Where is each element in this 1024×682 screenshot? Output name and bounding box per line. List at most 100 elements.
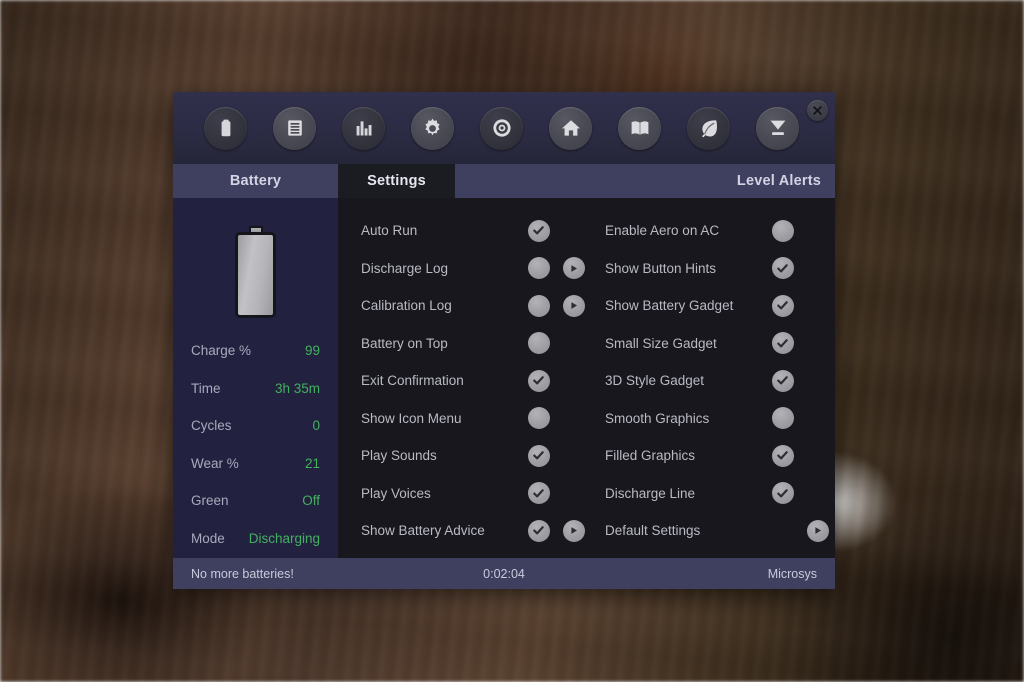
setting-label: Small Size Gadget [605, 335, 717, 351]
gear-icon[interactable] [411, 106, 454, 150]
battery-stat-value: 3h 35m [274, 380, 320, 396]
battery-icon[interactable] [204, 106, 247, 150]
setting-toggle-checked[interactable] [527, 219, 550, 242]
setting-toggle-slot [765, 444, 800, 467]
tab-settings[interactable]: Settings [338, 164, 455, 198]
setting-toggle-slot [765, 407, 800, 430]
close-icon[interactable] [807, 100, 828, 121]
setting-row: Show Icon Menu [361, 400, 591, 438]
tab-spacer [455, 164, 670, 198]
tab-battery[interactable]: Battery [173, 164, 338, 198]
setting-label: Auto Run [361, 223, 418, 239]
setting-toggle-slot [521, 294, 556, 317]
battery-stat-row: Mode Discharging [173, 520, 338, 558]
setting-toggle-unchecked[interactable] [527, 332, 550, 355]
setting-row: Small Size Gadget [605, 325, 835, 363]
settings-column-right: Enable Aero on AC Show Button Hints Show B… [591, 212, 835, 558]
setting-row: Exit Confirmation [361, 362, 591, 400]
leaf-icon[interactable] [687, 106, 730, 150]
setting-label: Discharge Log [361, 260, 449, 276]
setting-toggle-checked[interactable] [527, 369, 550, 392]
status-vendor: Microsys [767, 566, 818, 581]
setting-run-icon[interactable] [562, 294, 585, 317]
home-icon[interactable] [549, 106, 592, 150]
setting-toggle-checked[interactable] [771, 294, 794, 317]
setting-row: Discharge Log [361, 250, 591, 288]
setting-toggle-slot [765, 219, 800, 242]
setting-toggle-unchecked[interactable] [771, 219, 794, 242]
setting-row: Auto Run [361, 212, 591, 250]
target-icon[interactable] [480, 106, 523, 150]
setting-toggle-checked[interactable] [527, 519, 550, 542]
window-body: Charge % 99 Time 3h 35m Cycles 0 Wear % 21 Green… [173, 198, 835, 558]
battery-sidebar: Charge % 99 Time 3h 35m Cycles 0 Wear % 21 Green… [173, 198, 338, 558]
setting-row: 3D Style Gadget [605, 362, 835, 400]
setting-toggle-slot [521, 219, 556, 242]
battery-stat-row: Time 3h 35m [173, 370, 338, 408]
setting-run-icon[interactable] [562, 257, 585, 280]
book-icon[interactable] [618, 106, 661, 150]
settings-panel: Auto Run Discharge Log Calibration Log Batt… [338, 198, 835, 558]
battery-full-icon [173, 212, 338, 332]
setting-label: 3D Style Gadget [605, 373, 705, 389]
download-icon[interactable] [756, 106, 799, 150]
status-timer: 0:02:04 [483, 566, 525, 581]
setting-toggle-slot [521, 407, 556, 430]
setting-toggle-checked[interactable] [771, 332, 794, 355]
setting-action-slot [800, 519, 835, 542]
setting-toggle-unchecked[interactable] [527, 257, 550, 280]
setting-action-slot [556, 294, 591, 317]
setting-label: Exit Confirmation [361, 373, 464, 389]
battery-stat-value: 99 [304, 343, 320, 359]
battery-stat-label: Charge % [191, 343, 252, 359]
setting-label: Show Battery Advice [361, 523, 485, 539]
setting-toggle-checked[interactable] [527, 482, 550, 505]
setting-label: Default Settings [605, 523, 701, 539]
setting-label: Show Icon Menu [361, 410, 462, 426]
setting-row: Smooth Graphics [605, 400, 835, 438]
status-message: No more batteries! [191, 566, 294, 581]
setting-label: Calibration Log [361, 298, 452, 314]
setting-action-slot [556, 257, 591, 280]
battery-stat-label: Mode [191, 530, 225, 546]
setting-toggle-checked[interactable] [771, 257, 794, 280]
bar-chart-icon[interactable] [342, 106, 385, 150]
setting-toggle-slot [765, 482, 800, 505]
battery-stat-label: Wear % [191, 455, 239, 471]
setting-action-slot [556, 519, 591, 542]
setting-toggle-checked[interactable] [771, 444, 794, 467]
setting-toggle-slot [765, 369, 800, 392]
tab-settings-label: Settings [367, 173, 426, 189]
setting-row: Play Sounds [361, 437, 591, 475]
setting-toggle-slot [521, 332, 556, 355]
settings-column-left: Auto Run Discharge Log Calibration Log Batt… [338, 212, 591, 558]
setting-toggle-unchecked[interactable] [527, 294, 550, 317]
battery-stat-value: Discharging [248, 530, 320, 546]
list-icon[interactable] [273, 106, 316, 150]
setting-toggle-unchecked[interactable] [771, 407, 794, 430]
setting-row: Enable Aero on AC [605, 212, 835, 250]
setting-row: Battery on Top [361, 325, 591, 363]
setting-toggle-unchecked[interactable] [527, 407, 550, 430]
setting-toggle-slot [521, 444, 556, 467]
tab-level-alerts[interactable]: Level Alerts [670, 164, 835, 198]
setting-toggle-slot [521, 519, 556, 542]
setting-toggle-checked[interactable] [527, 444, 550, 467]
setting-run-icon[interactable] [806, 519, 829, 542]
battery-stat-row: Wear % 21 [173, 445, 338, 483]
setting-label: Play Voices [361, 485, 431, 501]
setting-row: Show Button Hints [605, 250, 835, 288]
setting-run-icon[interactable] [562, 519, 585, 542]
setting-label: Show Button Hints [605, 260, 717, 276]
setting-label: Play Sounds [361, 448, 437, 464]
toolbar-button-group [204, 106, 825, 150]
setting-row: Play Voices [361, 475, 591, 513]
battery-stat-value: Off [302, 493, 320, 509]
setting-toggle-checked[interactable] [771, 482, 794, 505]
battery-stat-label: Green [191, 493, 229, 509]
setting-row: Show Battery Advice [361, 512, 591, 550]
setting-label: Discharge Line [605, 485, 696, 501]
setting-toggle-slot [765, 332, 800, 355]
setting-toggle-slot [765, 257, 800, 280]
setting-toggle-checked[interactable] [771, 369, 794, 392]
